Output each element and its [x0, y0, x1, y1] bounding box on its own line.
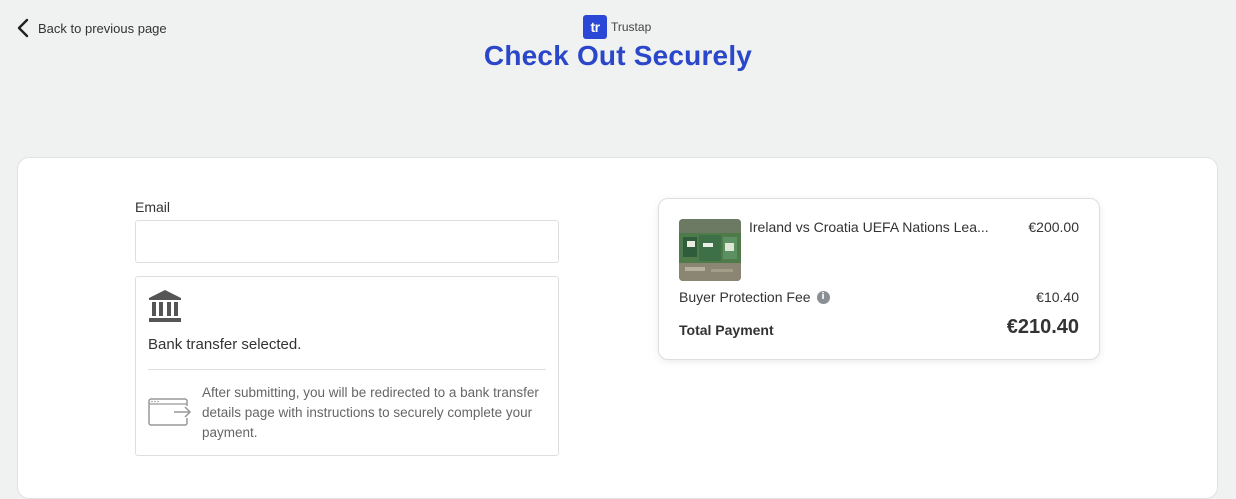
total-price: €210.40: [1006, 316, 1079, 338]
email-label: Email: [135, 199, 171, 215]
brand-logo: tr Trustap: [583, 15, 651, 39]
item-price: €200.00: [1028, 219, 1079, 235]
fee-label: Buyer Protection Fee: [679, 289, 811, 305]
total-label: Total Payment: [679, 322, 774, 338]
bank-transfer-selected-text: Bank transfer selected.: [148, 336, 302, 353]
redirect-instructions: After submitting, you will be redirected…: [202, 385, 539, 440]
brand-name: Trustap: [611, 20, 652, 34]
email-field[interactable]: [135, 220, 559, 263]
bank-icon: [148, 289, 182, 328]
back-link-label: Back to previous page: [38, 20, 167, 36]
item-thumbnail: [679, 219, 741, 281]
item-title: Ireland vs Croatia UEFA Nations Lea...: [749, 219, 989, 235]
divider: [148, 369, 546, 370]
order-summary: Ireland vs Croatia UEFA Nations Lea... €…: [658, 198, 1100, 360]
fee-row: Buyer Protection Fee i: [679, 289, 830, 305]
browser-redirect-icon: [148, 398, 192, 433]
fee-price: €10.40: [1036, 289, 1079, 305]
page-title: Check Out Securely: [483, 40, 753, 71]
back-link[interactable]: Back to previous page: [16, 18, 167, 38]
info-icon[interactable]: i: [816, 290, 830, 304]
bank-transfer-panel: Bank transfer selected. After submitting…: [135, 276, 559, 456]
checkout-card: Email Bank transfer selected. After subm…: [17, 157, 1218, 499]
brand-mark-icon: tr: [583, 15, 607, 39]
chevron-left-icon: [16, 18, 30, 38]
